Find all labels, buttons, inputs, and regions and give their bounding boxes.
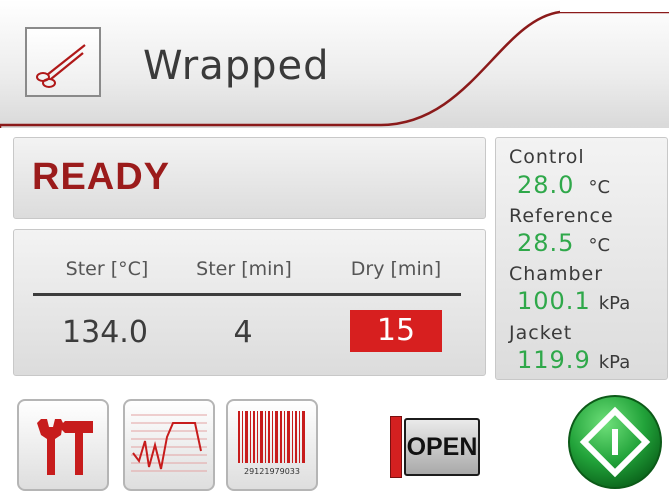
control-label: Control [509, 146, 585, 168]
chamber-label: Chamber [509, 263, 604, 285]
reference-reading: 28.5 °C [517, 230, 610, 259]
ster-time-header: Ster [min] [196, 258, 292, 280]
header-bar: Wrapped [0, 0, 669, 128]
control-reading: 28.0 °C [517, 172, 610, 201]
graph-icon [131, 414, 207, 472]
scissors-icon [36, 44, 86, 88]
cycle-graph-button[interactable] [123, 399, 215, 491]
ster-time-value: 4 [233, 315, 253, 350]
header-divider [33, 293, 461, 296]
program-icon-button[interactable] [25, 27, 101, 97]
status-panel: READY [13, 137, 486, 219]
start-cycle-button[interactable] [566, 393, 664, 491]
chamber-unit: kPa [598, 293, 631, 314]
chamber-value: 100.1 [517, 287, 591, 315]
jacket-label: Jacket [509, 322, 573, 344]
barcode-number: 29121979033 [244, 467, 300, 476]
door-label: OPEN [406, 432, 478, 461]
door-status-indicator [390, 416, 402, 478]
jacket-reading: 119.9 kPa [517, 347, 630, 376]
control-value: 28.0 [517, 171, 575, 199]
tools-icon [37, 419, 93, 475]
dry-time-value[interactable]: 15 [350, 313, 442, 349]
door-label-box: OPEN [404, 418, 480, 476]
reference-unit: °C [588, 235, 611, 256]
reference-value: 28.5 [517, 229, 575, 257]
tools-button[interactable] [17, 399, 109, 491]
jacket-unit: kPa [598, 352, 631, 373]
reference-label: Reference [509, 205, 614, 227]
ster-temp-header: Ster [°C] [65, 258, 149, 280]
sensor-readings-panel: Control 28.0 °C Reference 28.5 °C Chamber … [495, 137, 668, 380]
barcode-button[interactable]: 29121979033 [226, 399, 318, 491]
start-icon [568, 395, 662, 489]
ster-temp-value: 134.0 [62, 315, 148, 350]
control-unit: °C [588, 177, 611, 198]
chamber-reading: 100.1 kPa [517, 288, 630, 317]
dry-time-header: Dry [min] [350, 258, 442, 280]
barcode-icon [238, 411, 305, 463]
program-title: Wrapped [143, 43, 330, 89]
jacket-value: 119.9 [517, 346, 591, 374]
door-open-button[interactable]: OPEN [390, 416, 482, 478]
cycle-parameters-panel: Ster [°C] Ster [min] Dry [min] 134.0 4 1… [13, 229, 486, 376]
status-text: READY [32, 156, 171, 198]
